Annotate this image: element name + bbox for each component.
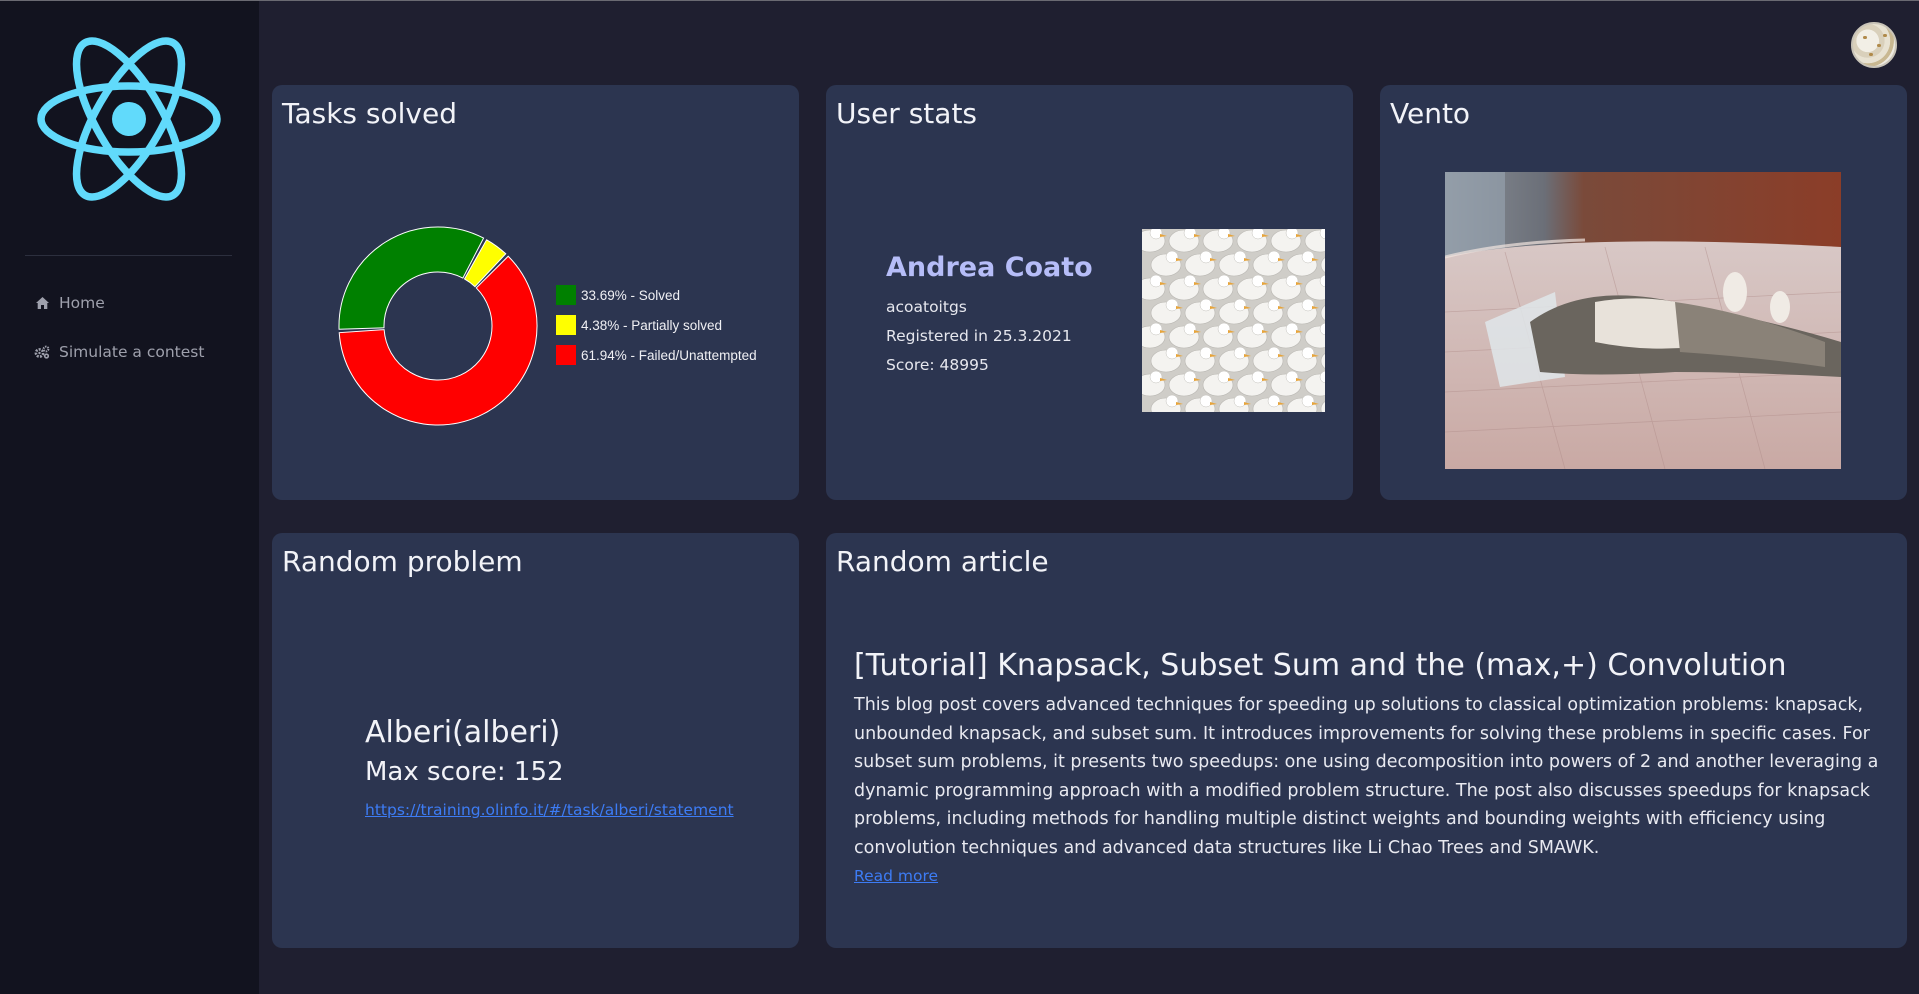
random-article-card: Random article [Tutorial] Knapsack, Subs…	[826, 533, 1907, 948]
card-title: Vento	[1390, 97, 1471, 130]
user-score: Score: 48995	[886, 356, 989, 374]
card-title: User stats	[836, 97, 978, 130]
legend-label: 61.94% - Failed/Unattempted	[581, 347, 757, 363]
article-summary: This blog post covers advanced technique…	[854, 695, 1879, 858]
react-logo-icon[interactable]	[34, 35, 224, 203]
vento-card: Vento	[1380, 85, 1907, 500]
sidebar: Home Simulate a contest	[0, 1, 259, 994]
sidebar-item-label: Simulate a contest	[59, 343, 205, 361]
legend-swatch	[556, 315, 576, 335]
card-title: Random problem	[282, 545, 523, 578]
avatar-speck	[1877, 44, 1881, 47]
user-stats-card: User stats Andrea Coato acoatoitgs Regis…	[826, 85, 1353, 500]
legend-label: 33.69% - Solved	[581, 287, 681, 303]
user-registered-date: Registered in 25.3.2021	[886, 327, 1072, 345]
user-full-name: Andrea Coato	[886, 252, 1093, 283]
home-icon	[34, 295, 50, 311]
window-top-border	[0, 0, 1919, 1]
profile-picture-ducks	[1142, 229, 1325, 412]
gears-icon	[34, 344, 50, 360]
tasks-solved-card: Tasks solved 33.69% - Solved 4.38% - Part…	[272, 85, 799, 500]
article-title: [Tutorial] Knapsack, Subset Sum and the …	[854, 648, 1787, 683]
legend-swatch	[556, 285, 576, 305]
problem-title: Alberi(alberi)	[365, 715, 561, 750]
user-avatar[interactable]	[1851, 22, 1897, 68]
legend-label: 4.38% - Partially solved	[581, 317, 723, 333]
cat-photo	[1445, 172, 1841, 469]
avatar-speck	[1869, 53, 1873, 56]
read-more-link[interactable]: Read more	[854, 867, 938, 885]
legend-swatch	[556, 345, 576, 365]
sidebar-item-label: Home	[59, 294, 105, 312]
sidebar-item-simulate-contest[interactable]: Simulate a contest	[34, 340, 204, 364]
legend-item[interactable]: 61.94% - Failed/Unattempted	[556, 340, 757, 370]
donut-slice-0[interactable]	[338, 226, 485, 330]
cat-image	[1445, 172, 1841, 469]
ducks-image	[1142, 229, 1325, 412]
legend-item[interactable]: 33.69% - Solved	[556, 280, 757, 310]
user-username: acoatoitgs	[886, 298, 967, 316]
tasks-donut-chart	[338, 226, 538, 426]
sidebar-divider	[25, 255, 232, 256]
avatar-speck	[1863, 36, 1867, 39]
problem-max-score: Max score: 152	[365, 757, 564, 787]
random-problem-card: Random problem Alberi(alberi) Max score:…	[272, 533, 799, 948]
problem-link[interactable]: https://training.olinfo.it/#/task/alberi…	[365, 801, 734, 819]
card-title: Tasks solved	[282, 97, 457, 130]
sidebar-item-home[interactable]: Home	[34, 291, 105, 315]
legend-item[interactable]: 4.38% - Partially solved	[556, 310, 757, 340]
avatar-speck	[1883, 34, 1887, 37]
chart-legend: 33.69% - Solved 4.38% - Partially solved 6…	[556, 280, 757, 370]
card-title: Random article	[836, 545, 1049, 578]
